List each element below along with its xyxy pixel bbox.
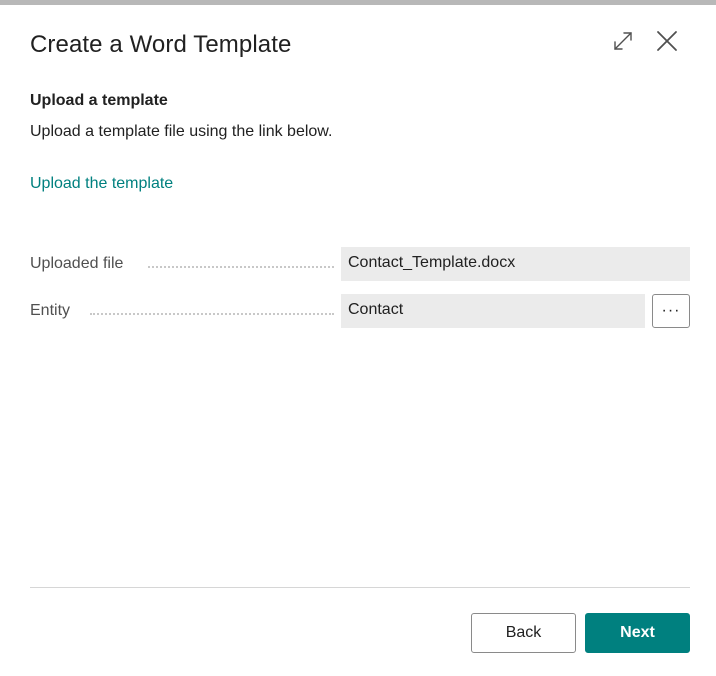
footer-divider [30,587,690,588]
entity-field[interactable]: Contact [341,294,645,328]
entity-lookup-button[interactable]: ··· [652,294,690,328]
expand-icon [612,30,634,57]
create-word-template-dialog: Create a Word Template Upload a template… [0,5,716,676]
section-heading: Upload a template [30,92,168,109]
entity-row: Entity Contact ··· [30,294,690,328]
dialog-title: Create a Word Template [30,31,292,58]
close-icon [656,30,678,57]
dotted-leader [148,266,334,268]
uploaded-file-field: Contact_Template.docx [341,247,690,281]
back-button[interactable]: Back [471,613,576,653]
uploaded-file-label: Uploaded file [30,255,130,273]
dotted-leader [90,313,334,315]
upload-template-link[interactable]: Upload the template [30,175,173,193]
expand-button[interactable] [609,29,637,57]
close-button[interactable] [653,29,681,57]
next-button[interactable]: Next [585,613,690,653]
section-description: Upload a template file using the link be… [30,123,333,140]
entity-label: Entity [30,302,77,320]
uploaded-file-row: Uploaded file Contact_Template.docx [30,247,690,281]
